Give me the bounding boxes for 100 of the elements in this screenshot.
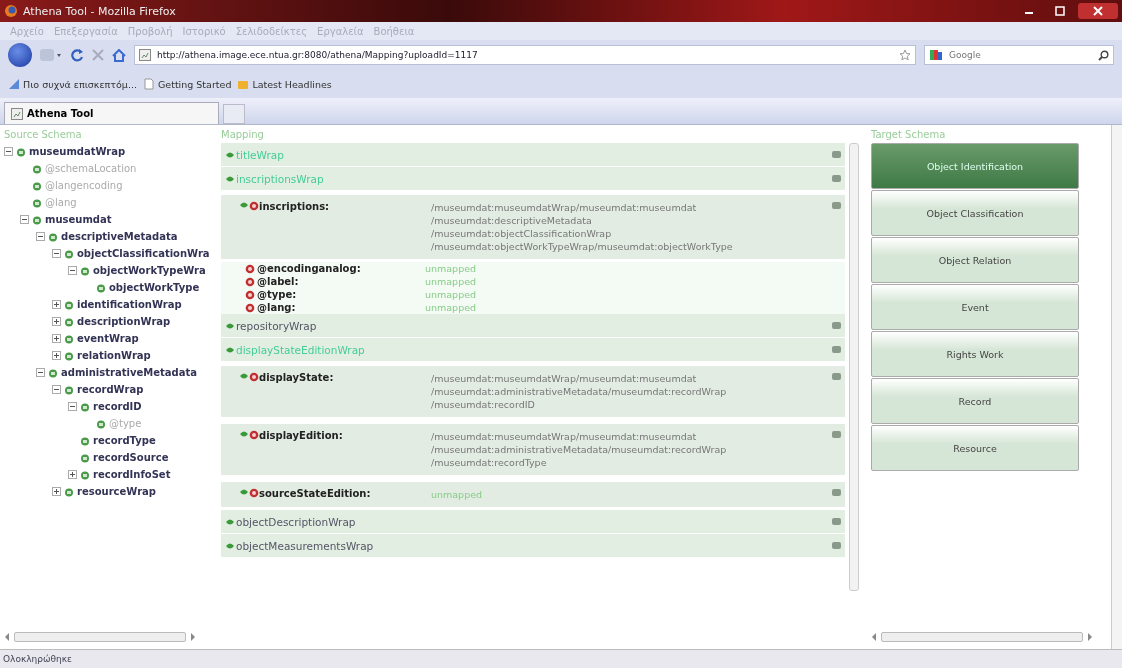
mapping-path: /museumdat:recordID bbox=[431, 398, 536, 411]
bookmark-link[interactable]: Latest Headlines bbox=[252, 78, 332, 90]
maximize-icon bbox=[1055, 6, 1065, 16]
mapping-path: /museumdat:museumdatWrap/museumdat:museumdat bbox=[431, 201, 698, 214]
tree-item[interactable]: descriptiveMetadata bbox=[61, 231, 178, 242]
element-label: sourceStateEdition: bbox=[259, 488, 371, 499]
scroll-left-icon[interactable] bbox=[871, 633, 877, 641]
search-field[interactable]: Google bbox=[947, 49, 1094, 61]
page-icon bbox=[139, 49, 151, 61]
tree-item[interactable]: resourceWrap bbox=[77, 486, 156, 497]
remove-icon[interactable] bbox=[249, 488, 259, 498]
node-icon bbox=[64, 350, 74, 361]
tree-item[interactable]: museumdat bbox=[45, 214, 112, 225]
remove-icon[interactable] bbox=[245, 289, 255, 300]
collapse-icon[interactable] bbox=[52, 385, 61, 394]
node-icon bbox=[48, 367, 58, 378]
mapping-path: /museumdat:descriptiveMetadata bbox=[431, 214, 593, 227]
tree-item[interactable]: recordSource bbox=[93, 452, 169, 463]
bookmark-link[interactable]: Getting Started bbox=[157, 78, 232, 90]
attribute-label: @type: bbox=[257, 289, 297, 300]
tree-item[interactable]: administrativeMetadata bbox=[61, 367, 197, 378]
mapping-path: /museumdat:recordType bbox=[431, 456, 548, 469]
back-button[interactable] bbox=[8, 43, 32, 67]
expand-icon[interactable] bbox=[52, 300, 61, 309]
section-button[interactable]: Event bbox=[871, 284, 1079, 330]
bookmark-icon bbox=[8, 78, 20, 90]
close-button[interactable] bbox=[1078, 3, 1118, 19]
attribute-label: @lang: bbox=[257, 302, 296, 313]
node-icon bbox=[64, 316, 74, 327]
horizontal-scrollbar[interactable] bbox=[881, 632, 1083, 642]
vertical-scrollbar[interactable] bbox=[849, 143, 859, 591]
leaf-icon bbox=[225, 541, 235, 550]
collapse-icon[interactable] bbox=[68, 402, 77, 411]
address-field[interactable]: http://athena.image.ece.ntua.gr:8080/athena/Mapping?uploadId=1117 bbox=[155, 49, 895, 61]
folder-icon bbox=[237, 78, 250, 90]
remove-icon[interactable] bbox=[249, 430, 259, 440]
node-icon bbox=[80, 401, 90, 412]
section-button[interactable]: Object Relation bbox=[871, 237, 1079, 283]
horizontal-scrollbar[interactable] bbox=[14, 632, 186, 642]
tree-item[interactable]: recordInfoSet bbox=[93, 469, 171, 480]
mapping-path: /museumdat:museumdatWrap/museumdat:museumdat bbox=[431, 430, 698, 443]
attribute-label: @label: bbox=[257, 276, 299, 287]
section-button[interactable]: Rights Work bbox=[871, 331, 1079, 377]
collapse-icon[interactable] bbox=[68, 266, 77, 275]
leaf-icon bbox=[225, 345, 235, 354]
element-label: inscriptions: bbox=[259, 201, 330, 212]
expand-icon[interactable] bbox=[52, 317, 61, 326]
remove-icon[interactable] bbox=[245, 302, 255, 313]
scroll-right-icon[interactable] bbox=[1087, 633, 1093, 641]
close-icon bbox=[1093, 6, 1103, 16]
section-button[interactable]: Object Classification bbox=[871, 190, 1079, 236]
tree-item[interactable]: recordID bbox=[93, 401, 142, 412]
remove-icon[interactable] bbox=[249, 372, 259, 382]
tree-item[interactable]: eventWrap bbox=[77, 333, 139, 344]
collapse-icon[interactable] bbox=[36, 232, 45, 241]
tree-item[interactable]: objectWorkType bbox=[109, 282, 200, 293]
reload-icon[interactable] bbox=[70, 48, 84, 62]
remove-icon[interactable] bbox=[245, 276, 255, 287]
expand-icon[interactable] bbox=[52, 334, 61, 343]
section-button[interactable]: Record bbox=[871, 378, 1079, 424]
collapse-icon[interactable] bbox=[4, 147, 13, 156]
scroll-left-icon[interactable] bbox=[4, 633, 10, 641]
node-icon bbox=[96, 282, 106, 293]
remove-icon[interactable] bbox=[245, 263, 255, 274]
expand-icon[interactable] bbox=[52, 487, 61, 496]
unmapped-label: unmapped bbox=[425, 276, 477, 287]
collapse-icon[interactable] bbox=[36, 368, 45, 377]
page-icon bbox=[11, 107, 23, 120]
collapse-icon[interactable] bbox=[52, 249, 61, 258]
search-icon[interactable] bbox=[1098, 49, 1109, 61]
node-icon bbox=[80, 469, 90, 480]
address-bar[interactable]: http://athena.image.ece.ntua.gr:8080/athena/Mapping?uploadId=1117 bbox=[134, 45, 916, 65]
home-icon[interactable] bbox=[112, 48, 126, 62]
tree-item[interactable]: recordType bbox=[93, 435, 156, 446]
scroll-right-icon[interactable] bbox=[190, 633, 196, 641]
remove-icon[interactable] bbox=[249, 201, 259, 211]
node-icon bbox=[64, 384, 74, 395]
browser-tab[interactable]: Athena Tool bbox=[4, 102, 219, 124]
tree-item[interactable]: objectClassificationWra bbox=[77, 248, 210, 259]
leaf-icon bbox=[225, 150, 235, 159]
expand-icon[interactable] bbox=[68, 470, 77, 479]
tree-item[interactable]: identificationWrap bbox=[77, 299, 182, 310]
node-icon bbox=[32, 214, 42, 225]
tree-item[interactable]: museumdatWrap bbox=[29, 146, 126, 157]
section-button[interactable]: Object Identification bbox=[871, 143, 1079, 189]
node-icon bbox=[80, 452, 90, 463]
tree-item[interactable]: recordWrap bbox=[77, 384, 144, 395]
search-bar[interactable]: Google bbox=[924, 45, 1114, 65]
section-button[interactable]: Resource bbox=[871, 425, 1079, 471]
bookmark-link[interactable]: Πιο συχνά επισκεπτόμ... bbox=[23, 78, 137, 90]
unmapped-label: unmapped bbox=[425, 302, 477, 313]
tree-item[interactable]: relationWrap bbox=[77, 350, 151, 361]
collapse-icon[interactable] bbox=[20, 215, 29, 224]
expand-icon[interactable] bbox=[52, 351, 61, 360]
tree-item[interactable]: objectWorkTypeWra bbox=[93, 265, 206, 276]
tree-item[interactable]: descriptionWrap bbox=[77, 316, 171, 327]
leaf-icon bbox=[239, 430, 249, 438]
vertical-scrollbar[interactable] bbox=[1111, 125, 1122, 649]
element-label: displayState: bbox=[259, 372, 334, 383]
star-icon[interactable] bbox=[899, 49, 911, 61]
